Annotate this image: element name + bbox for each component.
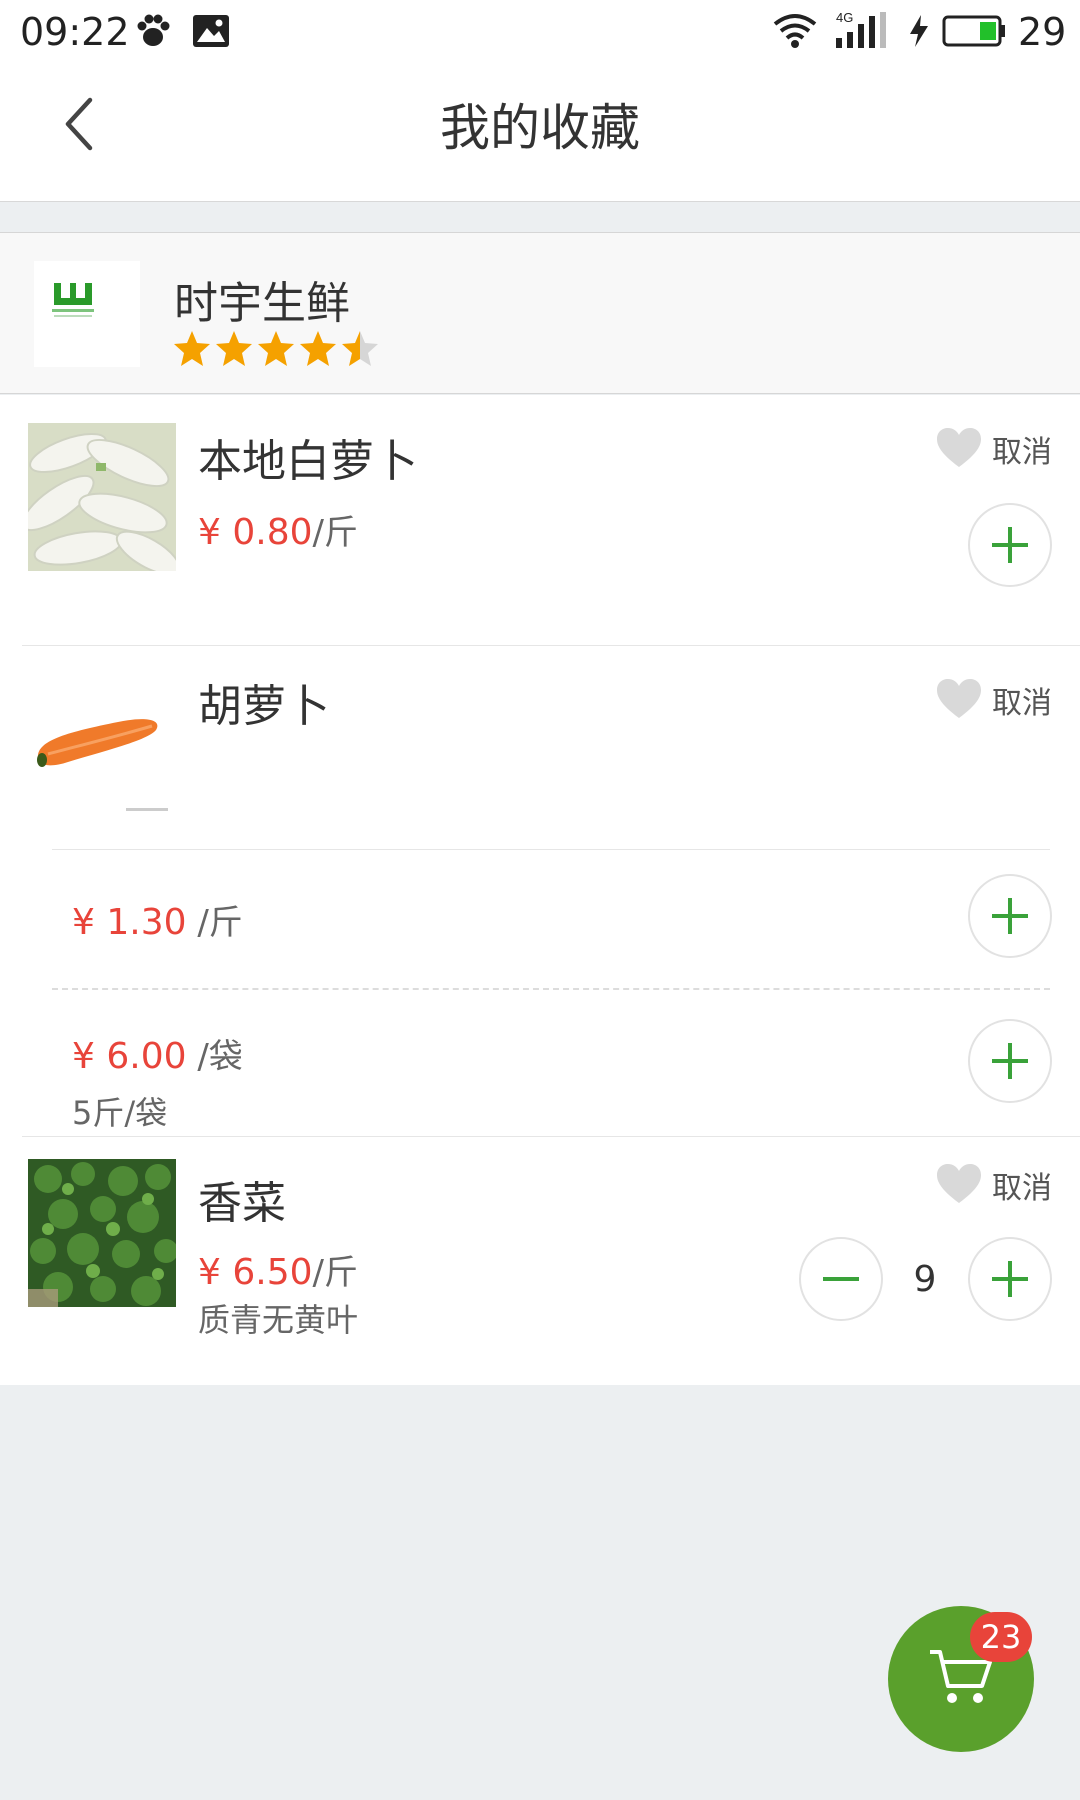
product-price: ¥ 0.80/斤: [198, 505, 358, 554]
price-value: ¥ 0.80: [198, 512, 313, 553]
add-to-cart-button[interactable]: [968, 1019, 1052, 1103]
cancel-favorite-button[interactable]: 取消: [936, 674, 1056, 724]
variant-spec: 5斤/袋: [72, 1094, 168, 1132]
list-item[interactable]: 香菜 ¥ 6.50/斤 质青无黄叶 取消 9: [0, 1137, 1080, 1385]
wifi-icon: [773, 14, 817, 48]
plus-icon: [992, 1043, 1028, 1079]
variant-price: ¥ 6.00 /袋: [72, 1029, 243, 1078]
price-unit: /斤: [186, 903, 243, 943]
add-to-cart-button[interactable]: [968, 874, 1052, 958]
plus-icon: [992, 898, 1028, 934]
shop-name: 时宇生鲜: [174, 278, 350, 329]
variant-price: ¥ 1.30 /斤: [72, 895, 243, 944]
heart-icon: [937, 1164, 981, 1203]
charging-icon: [910, 15, 928, 47]
cart-count-badge: 23: [970, 1612, 1032, 1662]
nav-bar: 我的收藏: [0, 60, 1080, 202]
quantity-value: 9: [913, 1259, 937, 1300]
product-image-daikon: [28, 423, 176, 571]
product-description: 质青无黄叶: [198, 1301, 359, 1339]
favorites-list: 本地白萝卜 ¥ 0.80/斤 取消 胡萝卜 取消 ¥ 1.30 /斤 ¥ 6.0…: [0, 395, 1080, 1385]
plus-icon: [992, 527, 1028, 563]
product-name: 本地白萝卜: [198, 436, 418, 487]
product-price: ¥ 6.50/斤: [198, 1245, 358, 1294]
shop-logo-icon: [52, 281, 94, 317]
cancel-favorite-button[interactable]: 取消: [936, 423, 1056, 473]
cancel-label: 取消: [992, 1171, 1052, 1206]
list-item[interactable]: 胡萝卜 取消 ¥ 1.30 /斤 ¥ 6.00 /袋 5斤/袋: [0, 646, 1080, 1132]
star-icon: [300, 331, 336, 366]
price-unit: /斤: [312, 513, 358, 553]
list-item[interactable]: 本地白萝卜 ¥ 0.80/斤 取消: [0, 395, 1080, 645]
svg-text:4G: 4G: [836, 10, 853, 25]
decrease-quantity-button[interactable]: [799, 1237, 883, 1321]
cancel-label: 取消: [992, 686, 1052, 721]
heart-icon: [937, 679, 981, 718]
product-name: 香菜: [198, 1178, 286, 1229]
battery-level: 29: [1018, 10, 1067, 54]
dashed-divider: [52, 988, 1050, 990]
price-unit: /袋: [186, 1037, 243, 1077]
heart-icon: [937, 428, 981, 467]
image-icon: [193, 15, 229, 47]
star-icon: [216, 331, 252, 366]
cancel-label: 取消: [992, 435, 1052, 470]
shop-header[interactable]: 时宇生鲜: [0, 232, 1080, 394]
cancel-favorite-button[interactable]: 取消: [936, 1159, 1056, 1209]
battery-icon: [942, 15, 1005, 47]
price-unit: /斤: [312, 1253, 358, 1293]
product-name: 胡萝卜: [198, 681, 330, 732]
star-icon: [258, 331, 294, 366]
add-to-cart-button[interactable]: [968, 503, 1052, 587]
page-title: 我的收藏: [440, 99, 640, 157]
price-value: ¥ 6.00: [72, 1036, 187, 1077]
half-star-icon: [342, 331, 378, 366]
product-image-coriander: [28, 1159, 176, 1307]
minus-icon: [823, 1277, 859, 1281]
status-time: 09:22: [20, 10, 130, 54]
divider: [52, 849, 1050, 850]
paw-icon: [137, 14, 170, 46]
price-value: ¥ 1.30: [72, 902, 187, 943]
shop-rating: [174, 331, 378, 366]
increase-quantity-button[interactable]: [968, 1237, 1052, 1321]
star-icon: [174, 331, 210, 366]
shop-logo: [34, 261, 140, 367]
signal-icon: 4G: [836, 10, 886, 48]
plus-icon: [992, 1261, 1028, 1297]
status-bar: 09:22 4G 29: [0, 0, 1080, 60]
product-image-carrot: [28, 670, 176, 818]
price-value: ¥ 6.50: [198, 1252, 313, 1293]
